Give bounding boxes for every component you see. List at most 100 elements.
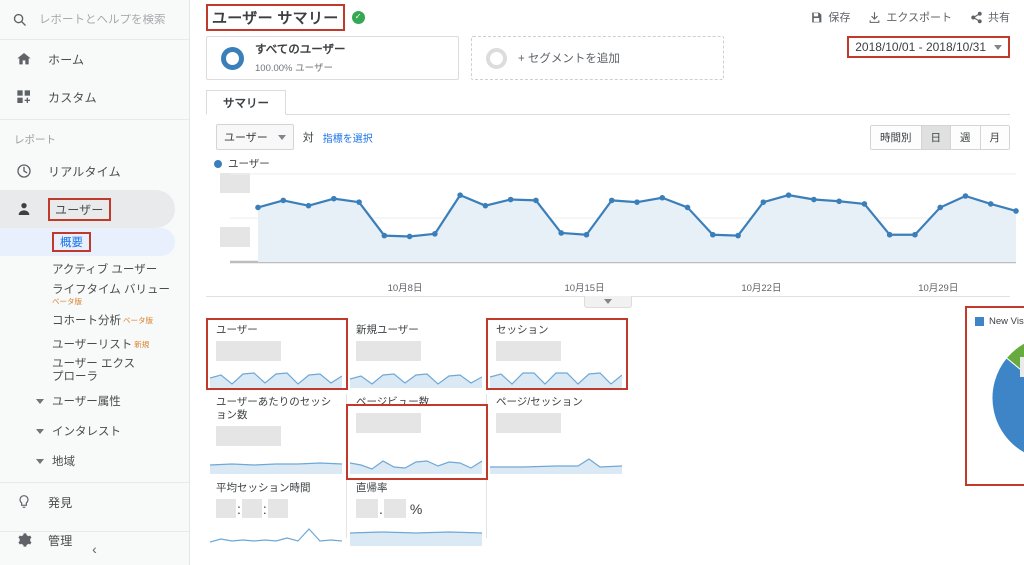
sidebar-item-audience-label: ユーザー — [48, 197, 111, 221]
granularity-group: 時間別 日 週 月 — [870, 124, 1010, 150]
sidebar: ホーム カスタム レポート リアルタイム — [0, 0, 190, 565]
page-title-area: ユーザー サマリー ✓ — [206, 3, 365, 31]
segment-donut-icon — [221, 46, 244, 70]
sidebar-item-realtime-label: リアルタイム — [48, 164, 121, 179]
tab-summary[interactable]: サマリー — [206, 90, 286, 115]
home-icon — [14, 51, 34, 67]
sparkline — [350, 373, 482, 388]
granularity-hourly[interactable]: 時間別 — [871, 125, 922, 149]
share-button[interactable]: 共有 — [970, 9, 1010, 25]
metric-card-title: 新規ユーザー — [356, 324, 419, 336]
sidebar-item-lifetime-value[interactable]: ライフタイム バリュー ベータ版 — [0, 282, 189, 308]
metric-card-title: セッション — [496, 324, 549, 336]
metric-card-pageviews[interactable]: ページビュー数 — [346, 390, 486, 476]
metric-card-pages-per-session[interactable]: ページ/セッション — [486, 390, 626, 476]
search-input[interactable] — [39, 13, 169, 26]
metric-cards: ユーザー 新規ユーザー セッション ユーザーあたりのセッション数 ページビュー数… — [206, 318, 766, 548]
sparkline — [210, 528, 342, 543]
sidebar-group-interests[interactable]: インタレスト — [0, 416, 189, 446]
sidebar-item-realtime[interactable]: リアルタイム — [0, 152, 189, 190]
tab-bar: サマリー — [206, 90, 1010, 115]
chart-legend: ユーザー — [206, 156, 1010, 171]
search-bar[interactable] — [0, 0, 189, 40]
sparkline — [350, 531, 482, 546]
x-axis: ... 10月8日 10月15日 10月22日 10月29日 — [206, 280, 1010, 416]
sparkline — [490, 458, 622, 474]
sidebar-item-audience[interactable]: ユーザー — [0, 190, 175, 228]
chevron-down-icon — [277, 134, 286, 140]
users-line-chart[interactable]: ユーザー ... 10月8日 10月15日 10月22日 10月29日 — [206, 156, 1019, 416]
vs-label: 対 — [302, 132, 314, 144]
sidebar-item-discover[interactable]: 発見 — [0, 483, 189, 521]
metric-selector[interactable]: ユーザー — [216, 124, 294, 150]
sidebar-item-active-users[interactable]: アクティブ ユーザー — [0, 256, 189, 282]
segment-name: すべてのユーザー — [255, 44, 346, 56]
sidebar-group-demographics-label: ユーザー属性 — [52, 396, 121, 408]
select-metric-link[interactable]: 指標を選択 — [323, 130, 373, 145]
metric-card-title: 直帰率 — [356, 482, 388, 494]
sidebar-item-custom[interactable]: カスタム — [0, 78, 189, 116]
granularity-day[interactable]: 日 — [921, 125, 951, 149]
sidebar-item-user-lists[interactable]: ユーザーリスト 新規 — [0, 332, 189, 356]
granularity-month[interactable]: 月 — [980, 125, 1009, 149]
sidebar-group-interests-label: インタレスト — [52, 426, 121, 438]
sidebar-item-cohort-analysis[interactable]: コホート分析 ベータ版 — [0, 308, 189, 332]
sidebar-item-active-users-label: アクティブ ユーザー — [52, 264, 158, 276]
sidebar-section-reports: レポート — [0, 119, 189, 152]
metric-card-title: 平均セッション時間 — [216, 482, 311, 494]
page-title-highlight: ユーザー サマリー — [206, 3, 345, 31]
sidebar-collapse-bar[interactable]: ‹ — [0, 531, 189, 565]
sidebar-item-home[interactable]: ホーム — [0, 40, 189, 78]
value-block — [356, 499, 378, 518]
metric-card-sessions[interactable]: セッション — [486, 318, 626, 390]
top-bar: ユーザー サマリー ✓ 保存 エクスポート 共有 — [190, 0, 1024, 31]
chevron-down-icon — [36, 428, 44, 434]
segment-percent: 100.00% ユーザー — [255, 63, 333, 74]
colon-separator: : — [237, 501, 241, 517]
metric-value-redacted: . % — [356, 499, 478, 518]
export-label: エクスポート — [886, 12, 952, 24]
lightbulb-icon — [14, 494, 34, 510]
metric-card-sessions-per-user[interactable]: ユーザーあたりのセッション数 — [206, 390, 346, 476]
add-segment-button[interactable]: + セグメントを追加 — [471, 36, 724, 80]
metric-card-new-users[interactable]: 新規ユーザー — [346, 318, 486, 390]
save-button[interactable]: 保存 — [810, 9, 850, 25]
download-icon — [868, 11, 881, 24]
segment-placeholder-icon — [486, 47, 507, 69]
sparkline — [350, 460, 482, 474]
metric-value-redacted — [496, 413, 561, 433]
granularity-week[interactable]: 週 — [951, 125, 981, 149]
x-axis-tick-label: 10月22日 — [741, 283, 782, 294]
sidebar-group-demographics[interactable]: ユーザー属性 — [0, 386, 189, 416]
metric-card-title: ユーザー — [216, 324, 258, 336]
legend-swatch — [975, 317, 985, 326]
sidebar-item-cohort-analysis-label: コホート分析 — [52, 315, 121, 327]
chevron-left-icon[interactable]: ‹ — [92, 541, 97, 557]
sidebar-item-overview[interactable]: 概要 — [0, 228, 175, 256]
beta-badge: ベータ版 — [123, 315, 153, 325]
save-icon — [810, 11, 823, 24]
metric-card-title: ユーザーあたりのセッション数 — [216, 396, 332, 421]
percent-sign: % — [409, 501, 423, 517]
page-title: ユーザー サマリー — [212, 9, 339, 27]
metric-card-bounce-rate[interactable]: 直帰率 . % — [346, 476, 486, 548]
chart-expand-toggle[interactable] — [584, 296, 632, 308]
new-vs-returning-pie-panel[interactable]: New Visitor Returning Visitor % % — [965, 306, 1024, 486]
sidebar-item-user-explorer[interactable]: ユーザー エクスプローラ — [0, 356, 140, 386]
sidebar-item-lifetime-value-label: ライフタイム バリュー — [52, 284, 170, 296]
metric-card-avg-session-duration[interactable]: 平均セッション時間 : : — [206, 476, 346, 548]
metric-value-redacted: : : — [216, 499, 338, 518]
save-label: 保存 — [828, 12, 851, 24]
date-range-picker[interactable]: 2018/10/01 - 2018/10/31 — [847, 36, 1010, 58]
export-button[interactable]: エクスポート — [868, 9, 952, 25]
metric-controls: ユーザー 対 指標を選択 — [216, 124, 373, 150]
pie-legend-new-visitor: New Visitor — [975, 316, 1024, 327]
metric-card-row: ユーザー 新規ユーザー セッション — [206, 318, 766, 390]
pie-chart[interactable]: % % — [990, 333, 1024, 463]
metric-card-users[interactable]: ユーザー — [206, 318, 346, 390]
sidebar-group-geo[interactable]: 地域 — [0, 446, 189, 476]
metric-value-redacted — [216, 341, 281, 361]
metric-card-row: ユーザーあたりのセッション数 ページビュー数 ページ/セッション — [206, 390, 766, 476]
segment-all-users[interactable]: すべてのユーザー 100.00% ユーザー — [206, 36, 459, 80]
sparkline — [490, 372, 622, 388]
